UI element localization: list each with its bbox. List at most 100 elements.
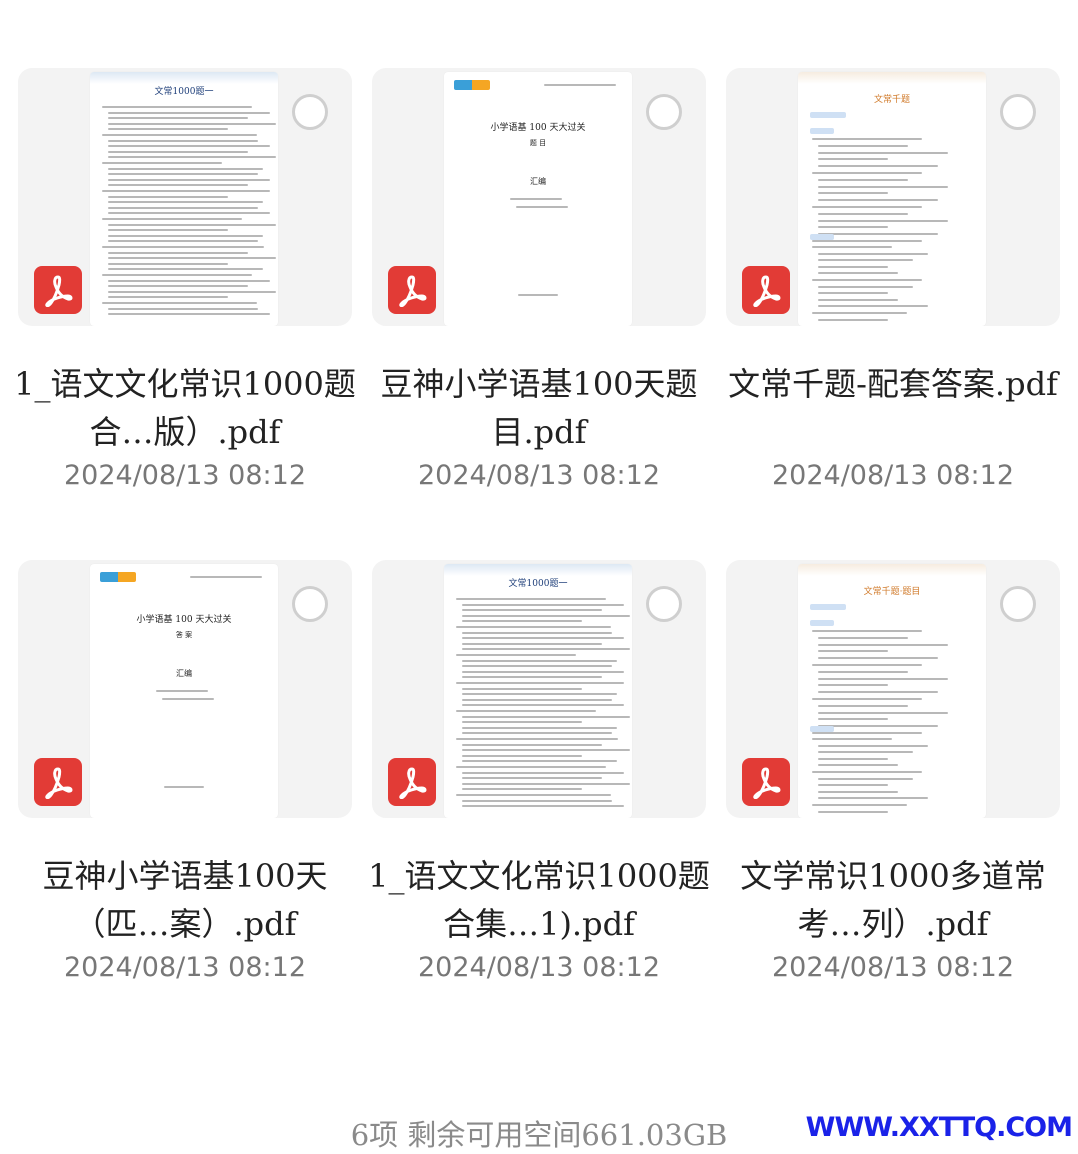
thumb-text-line [108,150,248,153]
thumb-text-line [812,246,892,248]
thumb-text-line [108,111,270,114]
acrobat-icon [399,767,427,799]
thumb-text-line [456,738,618,740]
file-date: 2024/08/13 08:12 [771,460,1014,491]
file-name[interactable]: 文学常识1000多道常考…列）.pdf [722,852,1064,948]
thumb-text-line [102,274,252,276]
file-name[interactable]: 1_语文文化常识1000题合…版）.pdf [14,360,356,456]
thumb-text-line [108,223,276,226]
thumb-text-line [812,312,907,314]
thumb-text-line [818,233,938,236]
thumb-text-line [818,178,908,181]
thumb-text-line [516,206,568,208]
thumb-text-line [108,212,270,215]
thumb-text-line [818,684,888,687]
thumb-subtitle: 答 案 [175,631,193,639]
thumb-text-line [462,698,612,701]
file-name[interactable]: 豆神小学语基100天题目.pdf [368,360,710,456]
thumb-text-line [818,212,908,215]
thumb-text-line [108,229,228,232]
thumb-text-line [108,201,263,204]
thumb-text-line [818,165,938,168]
thumb-text-line [108,279,270,282]
select-checkbox[interactable] [292,94,328,130]
select-checkbox[interactable] [1000,94,1036,130]
thumb-text-line [108,307,258,310]
thumb-text-line [108,262,228,265]
thumb-text-line [102,162,222,164]
thumb-text-line [108,296,228,299]
thumb-text-line [102,302,257,304]
acrobat-icon [753,275,781,307]
thumb-text-line [818,764,898,767]
thumb-text-line [108,145,270,148]
thumb-text-line [156,690,208,692]
file-thumbnail[interactable]: 小学语基 100 天大过关答 案汇编 [18,560,352,818]
thumb-text-line [462,676,602,679]
pdf-file-icon [34,266,82,314]
file-thumbnail[interactable]: 文常千题 [726,68,1060,326]
thumb-text-line [462,687,582,690]
thumb-text-line [462,782,630,785]
file-name[interactable]: 1_语文文化常识1000题合集…1).pdf [368,852,710,948]
thumb-text-line [818,657,938,660]
thumb-text-line [812,738,892,740]
thumb-text-line [108,117,248,120]
thumb-text-line [818,272,898,275]
thumb-text-line [108,234,263,237]
file-thumbnail[interactable]: 文常1000题一 [18,68,352,326]
thumb-text-line [818,784,888,787]
thumb-text-line [818,192,888,195]
thumb-text-line [812,698,922,700]
thumb-title: 小学语基 100 天大过关 [136,615,232,625]
thumb-text-line [818,670,908,673]
pdf-page-preview: 小学语基 100 天大过关答 案汇编 [90,564,278,818]
thumb-title: 文常千题·题目 [863,587,921,597]
thumb-text-line [462,749,630,752]
thumb-text-line [462,620,582,623]
thumb-text-line [462,670,624,673]
file-name[interactable]: 豆神小学语基100天（匹…案）.pdf [14,852,356,948]
thumb-text-line [818,677,948,680]
thumb-title: 文常1000题一 [154,87,214,97]
thumb-text-line [812,732,922,734]
select-checkbox[interactable] [646,94,682,130]
thumb-text-line [812,279,922,281]
thumb-text-line [102,190,270,192]
thumb-text-line [818,790,898,793]
select-checkbox[interactable] [646,586,682,622]
thumb-text-line [462,715,630,718]
thumb-title: 小学语基 100 天大过关 [490,123,586,133]
acrobat-icon [753,767,781,799]
thumb-text-line [462,788,582,791]
pdf-file-icon [742,758,790,806]
thumb-text-line [818,704,908,707]
thumb-text-line [818,265,888,268]
thumb-text-line [812,206,922,208]
thumb-text-line [818,777,913,780]
thumb-text-line [462,609,602,612]
thumb-text-line [108,139,258,142]
thumb-text-line [818,252,928,255]
thumb-text-line [462,642,602,645]
acrobat-icon [45,767,73,799]
pdf-page-preview: 小学语基 100 天大过关题 目汇编 [444,72,632,326]
pdf-file-icon [388,266,436,314]
pdf-file-icon [742,266,790,314]
thumb-text-line [462,771,624,774]
thumb-text-line [818,711,948,714]
brand-logo-icon [100,572,136,582]
file-thumbnail[interactable]: 文常千题·题目 [726,560,1060,818]
pdf-file-icon [388,758,436,806]
select-checkbox[interactable] [292,586,328,622]
thumb-text-line [108,285,248,288]
thumb-text-line [108,195,228,198]
file-name[interactable]: 文常千题-配套答案.pdf [722,360,1064,408]
file-thumbnail[interactable]: 小学语基 100 天大过关题 目汇编 [372,68,706,326]
file-thumbnail[interactable]: 文常1000题一 [372,560,706,818]
thumb-compilation-label: 汇编 [176,669,192,678]
thumb-text-line [108,184,248,187]
thumb-text-line [462,648,630,651]
thumb-text-line [818,718,888,721]
select-checkbox[interactable] [1000,586,1036,622]
